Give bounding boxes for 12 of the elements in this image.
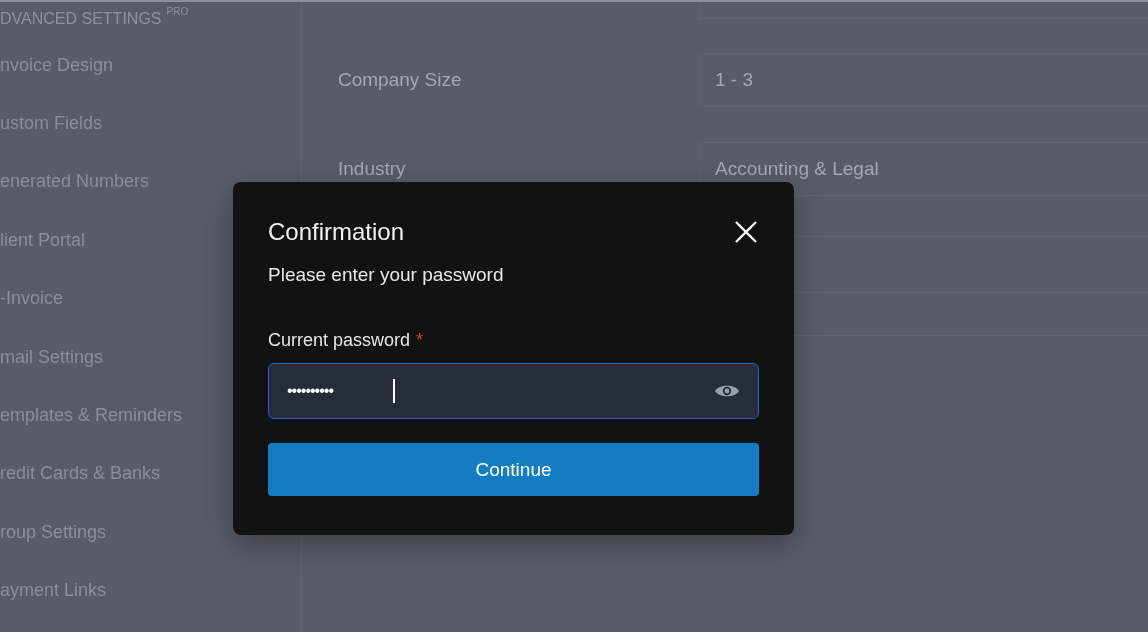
dialog-title: Confirmation bbox=[268, 218, 405, 246]
input-field[interactable]: 1 - 3 bbox=[699, 53, 1148, 107]
close-button[interactable] bbox=[733, 219, 759, 245]
field-label: Industry bbox=[337, 158, 407, 180]
dialog-subtitle: Please enter your password bbox=[268, 264, 505, 286]
field-label: Current password bbox=[268, 330, 411, 351]
password-input[interactable]: •••••••••• bbox=[287, 382, 397, 400]
required-mark: * bbox=[416, 330, 424, 351]
password-field[interactable]: •••••••••• bbox=[268, 363, 759, 419]
input-field[interactable] bbox=[699, 2, 1148, 19]
field-label: Company Size bbox=[337, 69, 463, 91]
continue-button[interactable]: Continue bbox=[268, 443, 759, 496]
